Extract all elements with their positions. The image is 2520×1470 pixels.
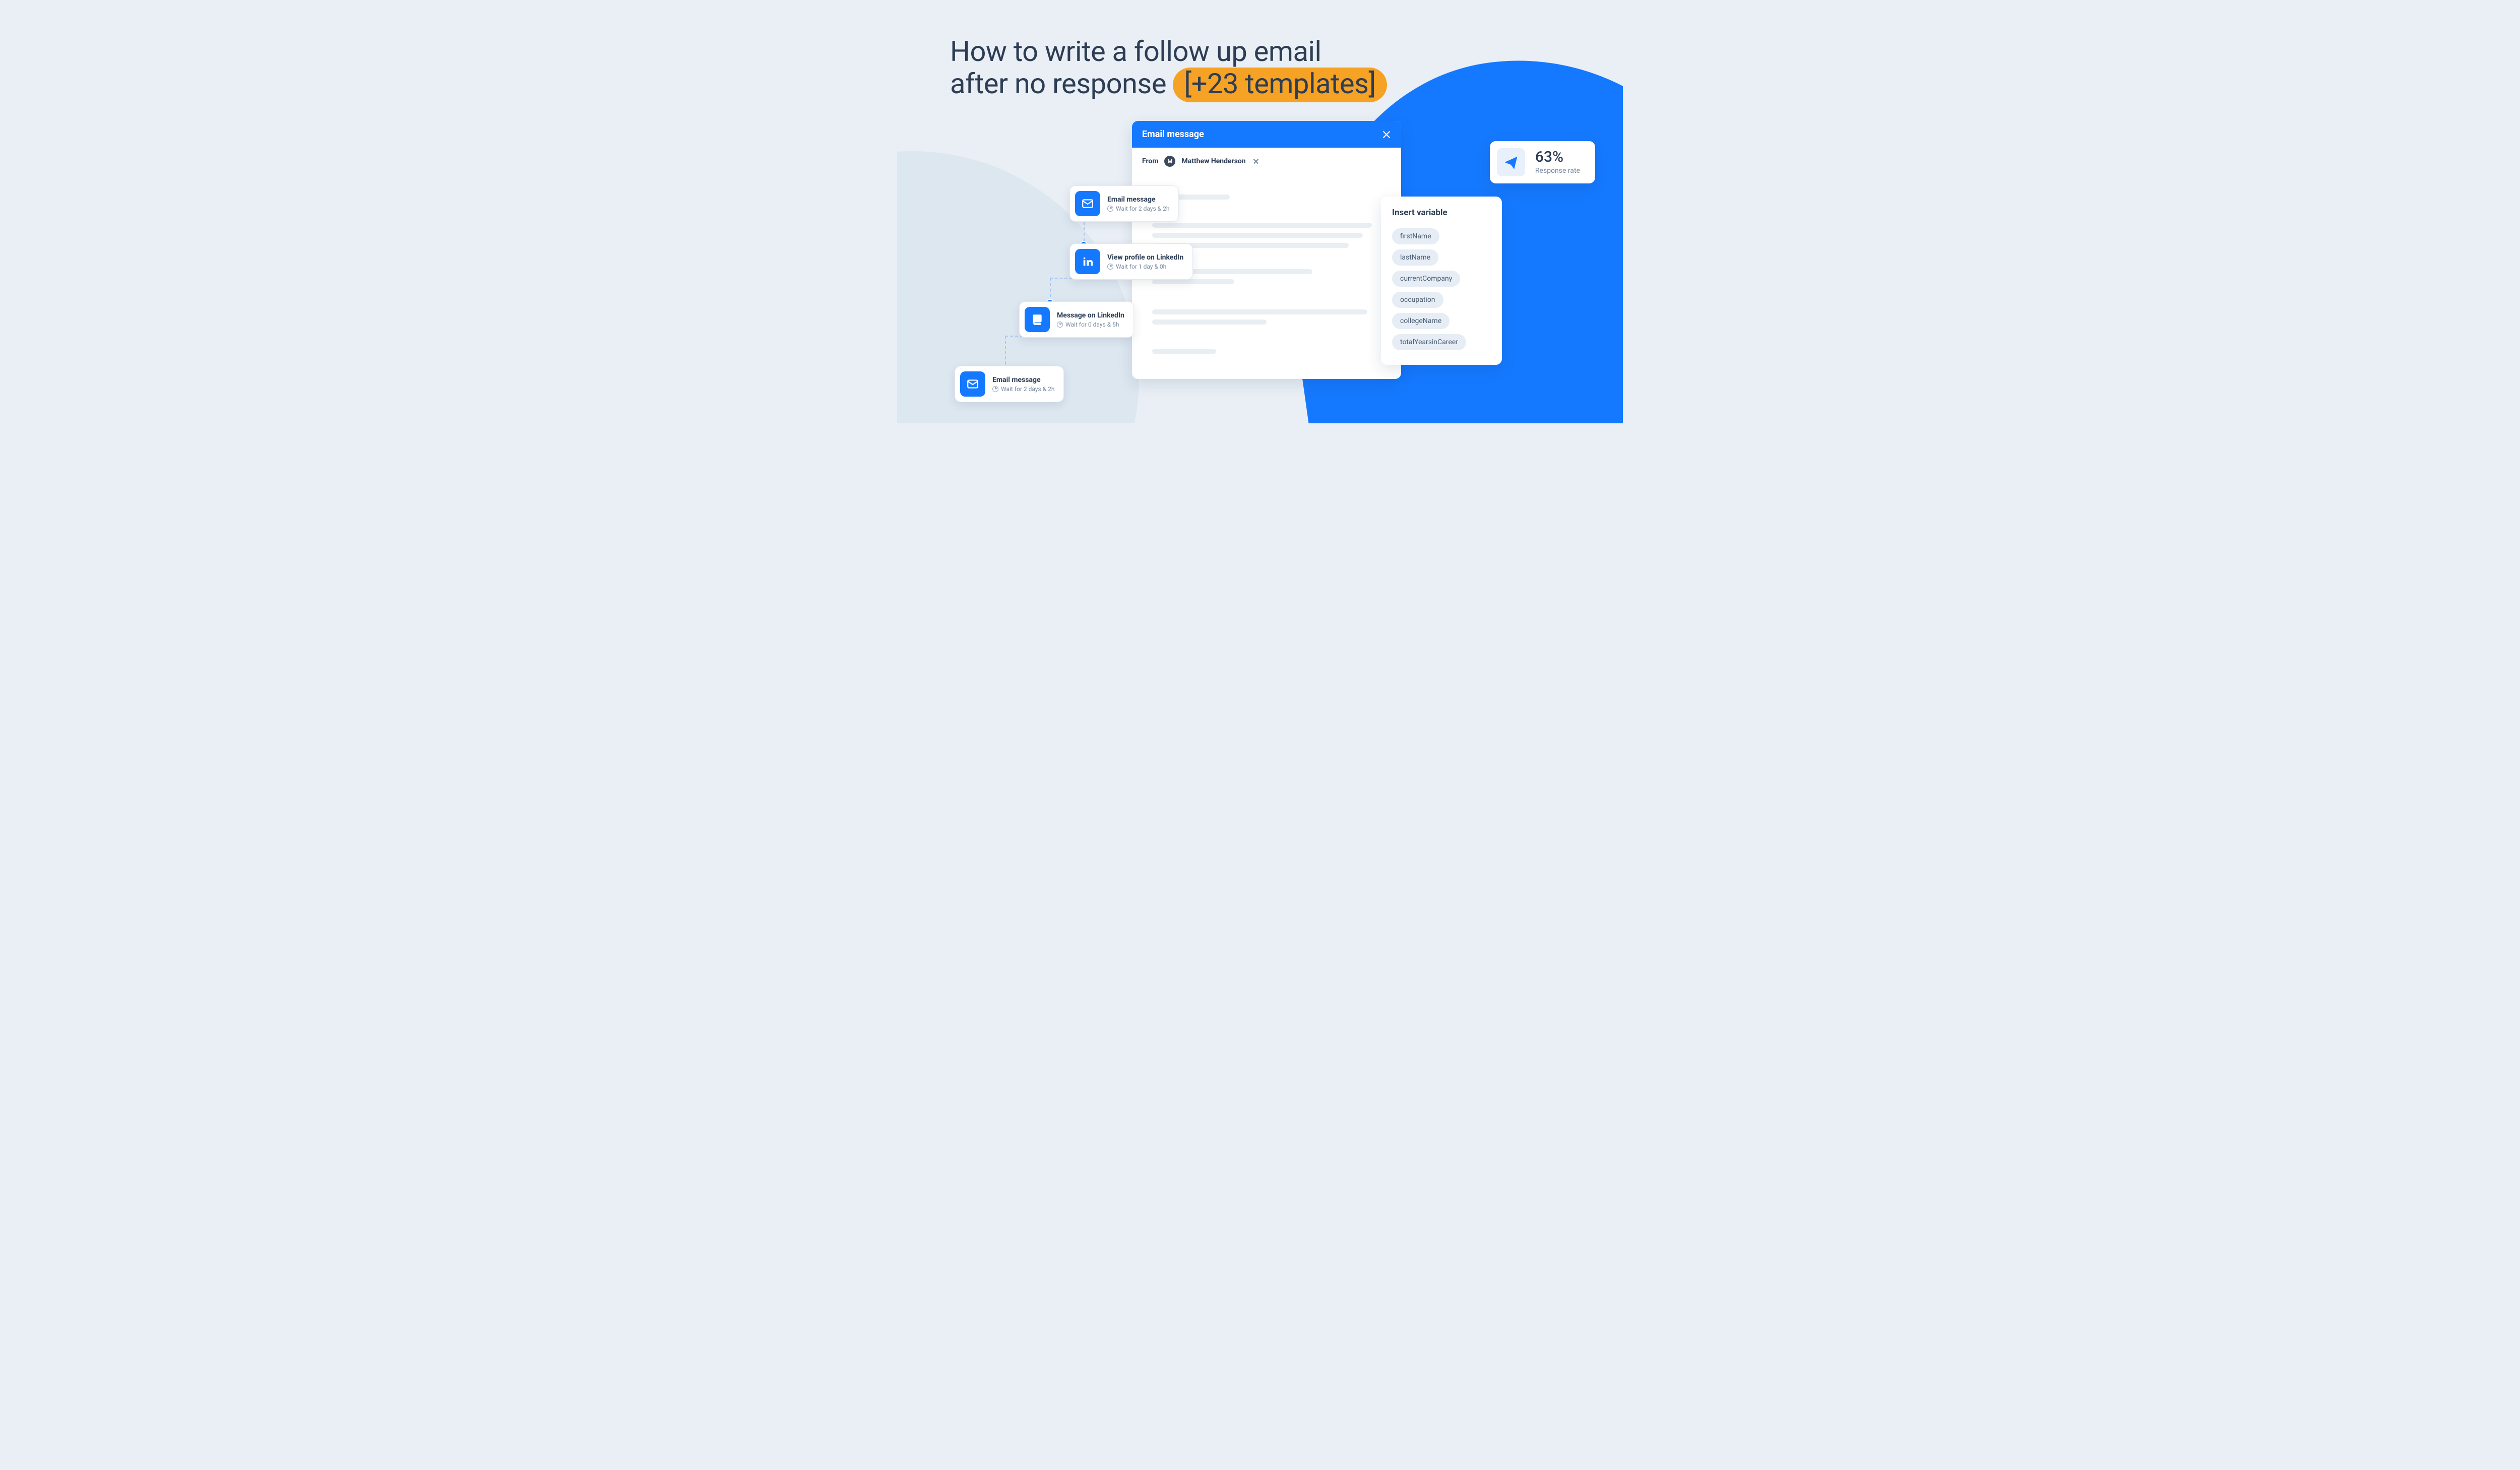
variable-panel-title: Insert variable xyxy=(1392,208,1491,218)
step-wait: Wait for 2 days & 2h xyxy=(992,386,1054,393)
step-title: Message on LinkedIn xyxy=(1057,311,1124,319)
step-title: Email message xyxy=(992,376,1054,384)
variable-pill[interactable]: firstName xyxy=(1392,228,1439,244)
placeholder-line xyxy=(1152,223,1372,228)
step-title: Email message xyxy=(1107,196,1169,204)
headline-pill: [+23 templates] xyxy=(1173,68,1387,102)
stat-value: 63% xyxy=(1535,150,1580,165)
close-icon[interactable] xyxy=(1382,130,1391,139)
headline-line2: after no response [+23 templates] xyxy=(950,68,1387,102)
placeholder-line xyxy=(1152,233,1363,238)
variable-pill[interactable]: currentCompany xyxy=(1392,271,1460,287)
from-label: From xyxy=(1142,157,1158,165)
headline-line1: How to write a follow up email xyxy=(950,35,1387,68)
variable-pill[interactable]: lastName xyxy=(1392,249,1438,266)
stat-label: Response rate xyxy=(1535,167,1580,175)
remove-sender-icon[interactable] xyxy=(1253,158,1259,164)
sequence-step[interactable]: Email message Wait for 2 days & 2h xyxy=(955,366,1064,402)
avatar: M xyxy=(1164,156,1175,167)
compose-from-row: From M Matthew Henderson xyxy=(1132,148,1401,175)
linkedin-message-icon: in xyxy=(1025,307,1050,332)
mail-icon xyxy=(1075,191,1100,216)
sequence-step[interactable]: Email message Wait for 2 days & 2h xyxy=(1069,185,1179,222)
sender-name: Matthew Henderson xyxy=(1181,157,1245,165)
placeholder-line xyxy=(1152,319,1267,325)
clock-icon xyxy=(1107,264,1113,270)
placeholder-line xyxy=(1152,279,1234,284)
sequence-step[interactable]: View profile on LinkedIn Wait for 1 day … xyxy=(1069,243,1193,280)
step-wait: Wait for 1 day & 0h xyxy=(1107,263,1183,270)
paper-plane-icon xyxy=(1497,148,1525,176)
clock-icon xyxy=(992,386,998,392)
page-title: How to write a follow up email after no … xyxy=(950,35,1387,102)
clock-icon xyxy=(1107,206,1113,212)
step-wait: Wait for 0 days & 5h xyxy=(1057,321,1124,328)
placeholder-line xyxy=(1152,309,1367,314)
placeholder-line xyxy=(1152,349,1216,354)
clock-icon xyxy=(1057,322,1063,328)
mail-icon xyxy=(960,371,985,397)
linkedin-icon xyxy=(1075,249,1100,274)
response-rate-card: 63% Response rate xyxy=(1490,141,1595,183)
variable-pill[interactable]: occupation xyxy=(1392,292,1443,308)
insert-variable-panel: Insert variable firstName lastName curre… xyxy=(1381,197,1502,365)
step-wait: Wait for 2 days & 2h xyxy=(1107,205,1169,212)
compose-title: Email message xyxy=(1142,129,1204,140)
sequence-step[interactable]: in Message on LinkedIn Wait for 0 days &… xyxy=(1019,301,1134,338)
variable-pill[interactable]: totalYearsinCareer xyxy=(1392,334,1466,350)
svg-text:in: in xyxy=(1035,315,1040,322)
variable-pill[interactable]: collegeName xyxy=(1392,313,1450,329)
step-title: View profile on LinkedIn xyxy=(1107,253,1183,262)
compose-header: Email message xyxy=(1132,121,1401,148)
